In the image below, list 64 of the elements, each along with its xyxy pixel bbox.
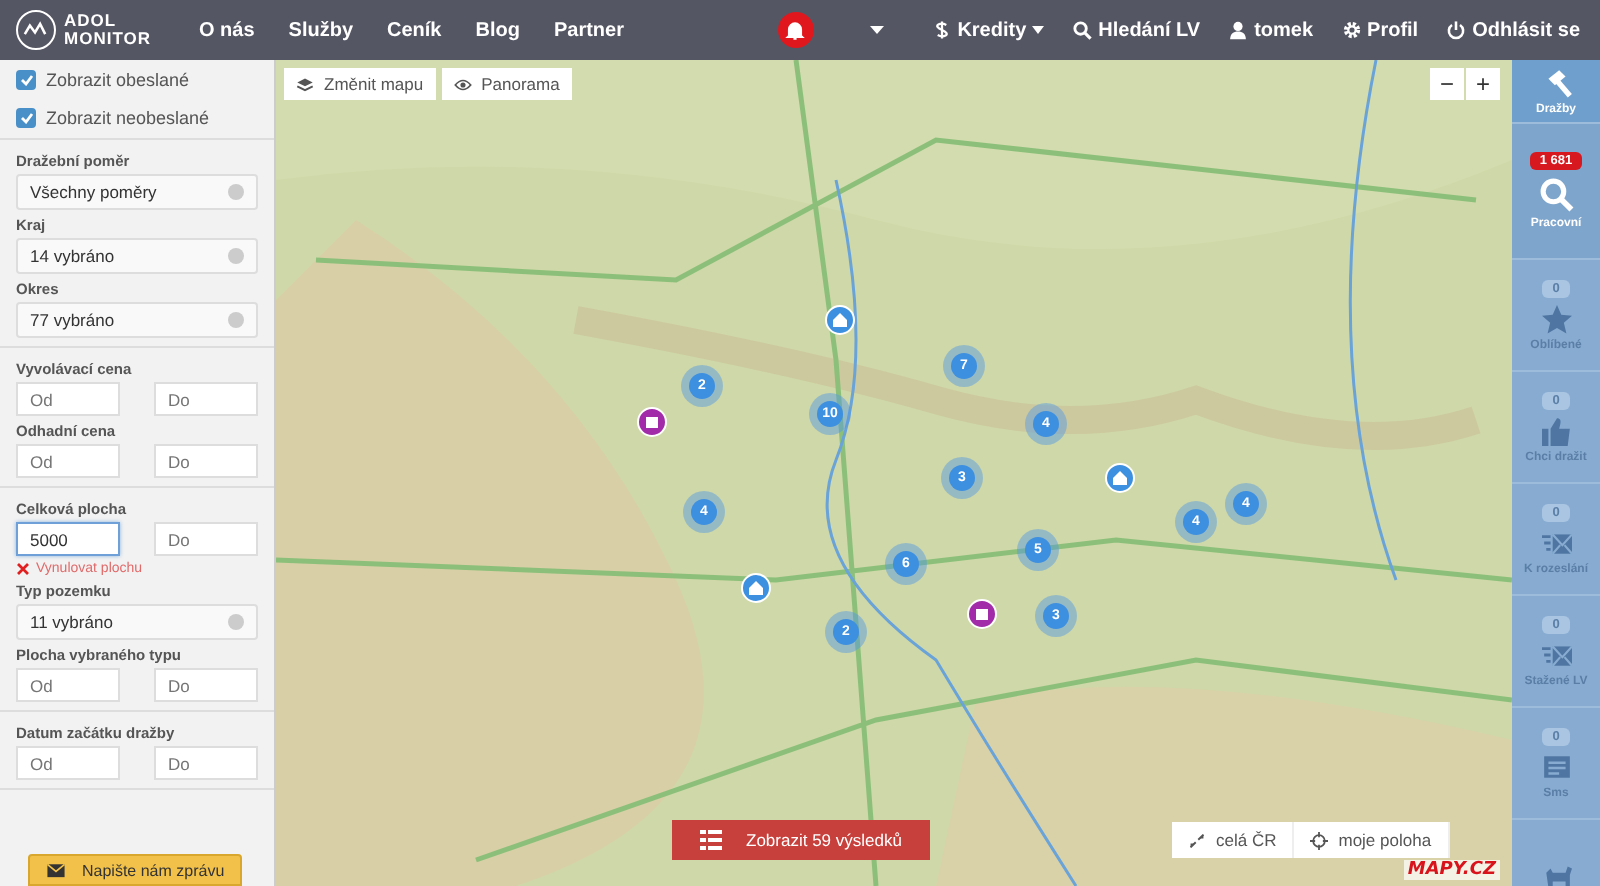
building-icon [645,415,659,429]
input-field[interactable]: Do [154,668,258,702]
menu-link[interactable]: Hledání LV [1072,19,1201,41]
zoom-button[interactable]: − [1429,68,1464,100]
input-field[interactable]: Od [16,444,120,478]
building-icon [975,607,989,621]
results-button[interactable]: Zobrazit 59 výsledků [672,820,930,860]
input-field[interactable]: Do [154,522,258,556]
checkbox[interactable] [16,69,36,89]
input-field[interactable]: Do [154,382,258,416]
house-icon [833,313,847,327]
checkbox-label: Zobrazit obeslané [46,69,190,89]
message-icon [1541,751,1571,781]
logo-icon [16,10,56,50]
menu-link[interactable]: Profil [1341,19,1419,41]
select-field[interactable]: Všechny poměry [16,174,258,210]
logo-text: MONITOR [64,30,151,48]
menu-link[interactable]: Odhlásit se [1446,19,1580,41]
caret-icon[interactable] [869,26,884,34]
input-field[interactable]: Do [154,444,258,478]
map-button[interactable]: Panorama [441,68,572,100]
close-icon [16,562,30,576]
crosshair-icon [1310,831,1329,849]
thumbs-up-icon [1541,415,1571,445]
dollar-icon [931,20,952,40]
select-field[interactable]: 11 vybráno [16,604,258,640]
house-icon [749,581,763,595]
house-icon [1113,471,1127,485]
feedback-button[interactable]: Napište nám zprávu [28,854,243,886]
user-icon [1228,20,1249,40]
input-field[interactable]: Od [16,668,120,702]
notification-button[interactable] [777,12,814,48]
layers-icon [296,75,314,93]
input-field[interactable]: Do [154,746,258,780]
map-button[interactable]: Změnit mapu [284,68,436,100]
input-field[interactable]: Od [16,382,120,416]
logo-text: ADOL [64,12,119,30]
input-field[interactable]: Od [16,746,120,780]
nav-link[interactable]: Blog [475,19,520,41]
power-icon [1446,20,1467,40]
list-icon [700,830,722,850]
select-field[interactable]: 77 vybráno [16,302,258,338]
envelope-icon [46,860,66,880]
map-logo: MAPY.CZ [1403,860,1500,880]
menu-link[interactable]: Kredity [931,19,1045,41]
star-icon [1541,303,1571,333]
search-icon [1538,176,1574,212]
eye-icon [453,75,472,93]
menu-link[interactable]: tomek [1228,19,1314,41]
checkbox-label: Zobrazit neobeslané [46,107,210,127]
zoom-button[interactable]: + [1465,68,1500,100]
search-icon [1072,20,1093,40]
nav-link[interactable]: Partner [553,19,624,41]
expand-icon [1188,831,1206,849]
input-field[interactable]: 5000 [16,522,120,556]
nav-link[interactable]: Ceník [387,19,442,41]
bell-icon [784,19,807,41]
nav-link[interactable]: Služby [288,19,354,41]
checkbox[interactable] [16,107,36,127]
map-tool-button[interactable]: celá ČR [1172,822,1295,858]
caret-icon [1032,26,1045,34]
select-field[interactable]: 14 vybráno [16,238,258,274]
settings-icon [1341,20,1362,40]
nav-link[interactable]: O nás [198,19,255,41]
